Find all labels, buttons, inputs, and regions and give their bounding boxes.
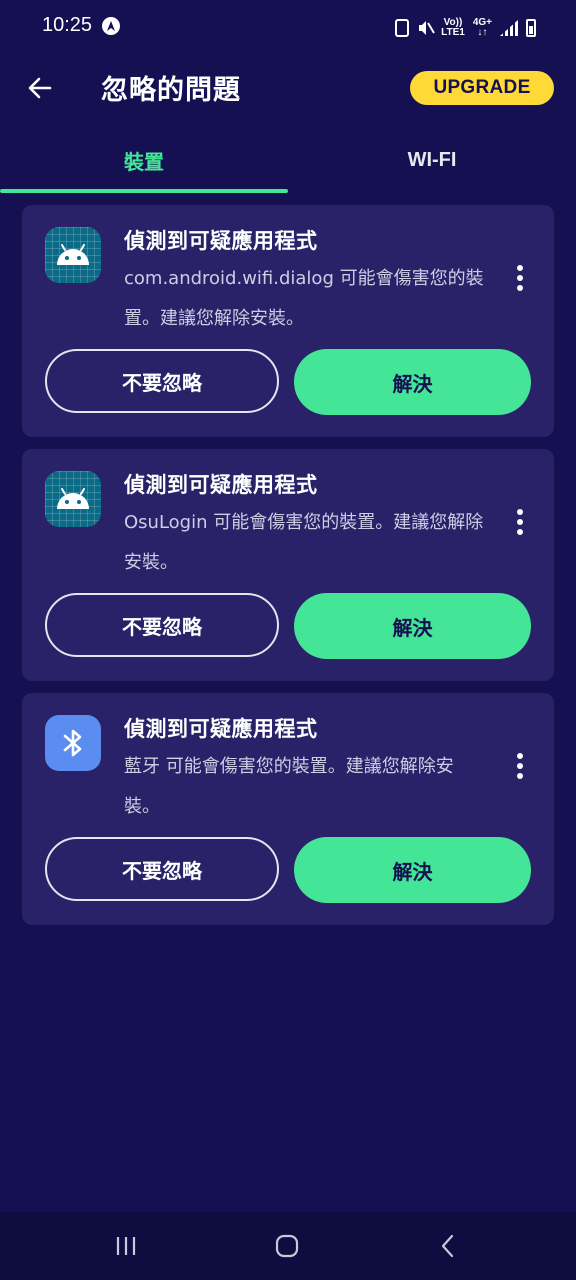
- system-back-button[interactable]: [428, 1230, 468, 1262]
- mute-icon: [417, 19, 435, 37]
- more-dot: [517, 285, 523, 291]
- more-options-button[interactable]: [508, 263, 532, 293]
- lte-label: LTE1: [441, 27, 465, 38]
- system-nav-bar: [0, 1212, 576, 1280]
- card-title: 偵測到可疑應用程式: [124, 229, 318, 253]
- android-icon: [45, 471, 101, 527]
- more-dot: [517, 529, 523, 535]
- more-dot: [517, 509, 523, 515]
- issue-card: 偵測到可疑應用程式 com.android.wifi.dialog 可能會傷害您…: [22, 205, 554, 437]
- status-time: 10:25: [42, 14, 93, 36]
- app-notification-icon: [102, 17, 120, 35]
- unignore-button[interactable]: 不要忽略: [45, 837, 279, 901]
- data-arrows-label: ↓↑: [477, 27, 488, 38]
- status-bar: 10:25 Vo)) LTE1 4G+ ↓↑: [0, 0, 576, 56]
- more-options-button[interactable]: [508, 751, 532, 781]
- android-icon: [45, 227, 101, 283]
- card-title: 偵測到可疑應用程式: [124, 717, 318, 741]
- battery-saver-icon: [395, 19, 410, 37]
- status-icons: Vo)) LTE1 4G+ ↓↑: [395, 16, 536, 40]
- more-dot: [517, 773, 523, 779]
- resolve-button[interactable]: 解決: [294, 593, 531, 659]
- card-description: OsuLogin 可能會傷害您的裝置。建議您解除安裝。: [124, 512, 484, 573]
- back-button[interactable]: [20, 70, 60, 106]
- recents-button[interactable]: [106, 1230, 146, 1262]
- tab-devices[interactable]: 裝置: [0, 128, 288, 192]
- tab-active-indicator: [0, 189, 288, 193]
- more-dot: [517, 265, 523, 271]
- page-title: 忽略的問題: [101, 75, 241, 106]
- back-icon: [441, 1234, 454, 1258]
- card-title: 偵測到可疑應用程式: [124, 473, 318, 497]
- home-icon: [275, 1234, 299, 1258]
- unignore-button[interactable]: 不要忽略: [45, 593, 279, 657]
- home-button[interactable]: [267, 1230, 307, 1262]
- tab-wifi[interactable]: WI-FI: [288, 128, 576, 192]
- bluetooth-icon: [45, 715, 101, 771]
- tab-bar: 裝置 WI-FI: [0, 128, 576, 194]
- upgrade-button[interactable]: UPGRADE: [410, 71, 554, 105]
- unignore-button[interactable]: 不要忽略: [45, 349, 279, 413]
- card-description: com.android.wifi.dialog 可能會傷害您的裝置。建議您解除安…: [124, 268, 484, 329]
- more-dot: [517, 519, 523, 525]
- battery-icon: [526, 19, 536, 37]
- issue-card: 偵測到可疑應用程式 藍牙 可能會傷害您的裝置。建議您解除安裝。 不要忽略 解決: [22, 693, 554, 925]
- resolve-button[interactable]: 解決: [294, 349, 531, 415]
- screen: 10:25 Vo)) LTE1 4G+ ↓↑ 忽略的問題 UPGRADE 裝置 …: [0, 0, 576, 1280]
- volte-indicator: Vo)) LTE1: [441, 18, 465, 38]
- more-dot: [517, 763, 523, 769]
- recents-icon: [116, 1237, 136, 1255]
- signal-icon: [500, 20, 518, 36]
- more-dot: [517, 753, 523, 759]
- issue-card: 偵測到可疑應用程式 OsuLogin 可能會傷害您的裝置。建議您解除安裝。 不要…: [22, 449, 554, 681]
- arrow-left-icon: [28, 77, 52, 99]
- card-description: 藍牙 可能會傷害您的裝置。建議您解除安裝。: [124, 756, 454, 817]
- data-indicator: 4G+ ↓↑: [473, 18, 492, 38]
- resolve-button[interactable]: 解決: [294, 837, 531, 903]
- more-options-button[interactable]: [508, 507, 532, 537]
- more-dot: [517, 275, 523, 281]
- app-header: 忽略的問題 UPGRADE: [0, 56, 576, 120]
